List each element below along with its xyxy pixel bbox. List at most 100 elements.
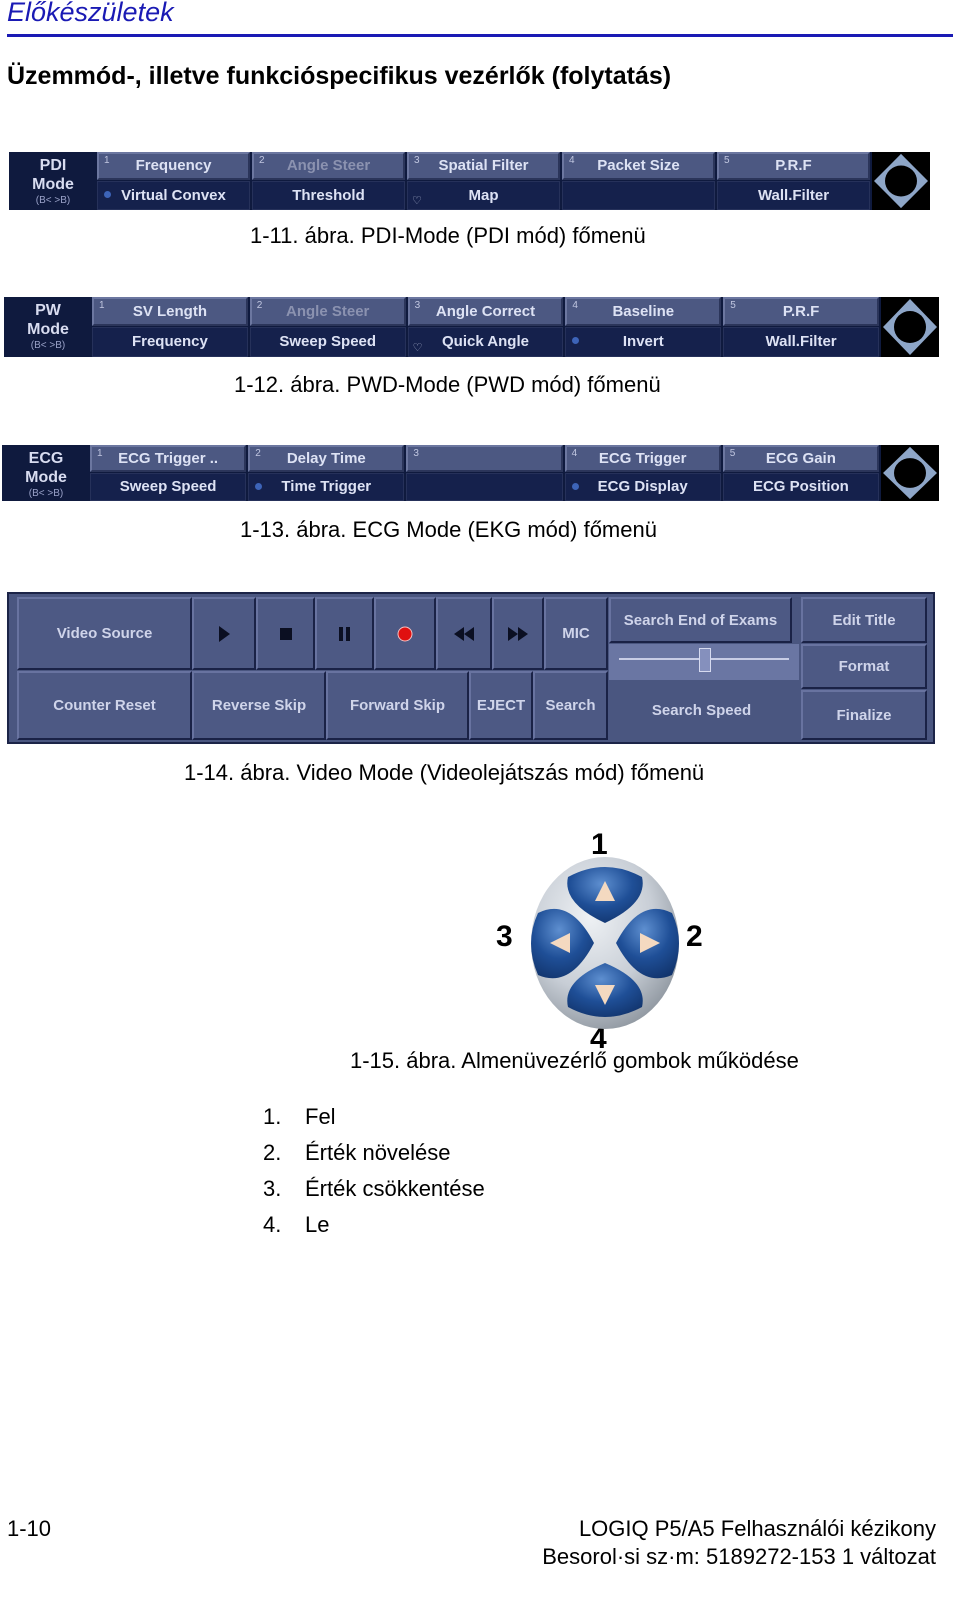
button-number: 3 <box>414 300 421 311</box>
stop-button[interactable] <box>256 597 315 670</box>
button-label: Map <box>468 187 499 204</box>
pdi-mode-menu: PDI Mode (B< >B) 1 Frequency 2 Angle Steer 3 Spa… <box>9 152 930 210</box>
button-number: 5 <box>724 155 730 166</box>
mode-name: PW <box>35 302 61 319</box>
menu-top-button[interactable]: 3 <box>406 445 563 472</box>
menu-top-button[interactable]: 4 Baseline <box>565 297 722 326</box>
reverse-skip-button[interactable]: Reverse Skip <box>192 671 326 740</box>
button-label: ECG Trigger <box>598 450 687 467</box>
menu-bottom-button[interactable]: ECG Display <box>564 473 721 501</box>
manual-title: LOGIQ P5/A5 Felhasználói kézikony <box>578 1516 936 1541</box>
menu-bottom-button[interactable]: ♡ Quick Angle <box>407 327 564 357</box>
record-icon <box>397 626 413 641</box>
page-number: 1-10 <box>7 1516 52 1541</box>
menu-bottom-button[interactable]: Threshold <box>252 181 405 210</box>
pause-button[interactable] <box>315 597 374 670</box>
menu-top-button[interactable]: 1 ECG Trigger .. <box>90 445 247 472</box>
button-number: 1 <box>97 448 103 459</box>
list-item: 4. Le <box>263 1212 330 1237</box>
menu-top-button[interactable]: 1 SV Length <box>92 297 248 326</box>
button-label: Baseline <box>612 303 675 320</box>
selected-dot-icon <box>572 337 580 344</box>
forward-skip-button[interactable]: Forward Skip <box>326 671 469 740</box>
eject-button[interactable]: EJECT <box>469 671 533 740</box>
submenu-nav-icon[interactable] <box>872 152 930 210</box>
button-label: Wall.Filter <box>765 333 837 350</box>
mic-button[interactable]: MIC <box>544 597 608 670</box>
menu-top-button[interactable]: 5 P.R.F <box>723 297 879 326</box>
button-number: 1 <box>104 155 110 166</box>
menu-top-button[interactable]: 1 Frequency <box>97 152 250 180</box>
mode-label: PDI Mode (B< >B) <box>9 152 97 210</box>
menu-bottom-button[interactable]: Wall.Filter <box>723 327 879 357</box>
menu-bottom-button[interactable]: Sweep Speed <box>90 473 247 501</box>
menu-top-button[interactable]: 2 Delay Time <box>248 445 405 472</box>
button-label: Invert <box>622 333 664 350</box>
button-label: Frequency <box>135 157 212 174</box>
button-label: Angle Steer <box>286 157 371 174</box>
mode-label: ECG Mode (B< >B) <box>2 445 90 501</box>
mode-toggle-hint: (B< >B) <box>28 488 64 499</box>
button-label: ECG Display <box>597 478 688 495</box>
list-item: 3. Érték csökkentése <box>263 1176 485 1201</box>
button-label: Quick Angle <box>442 333 529 350</box>
menu-bottom-button[interactable] <box>406 473 563 501</box>
menu-top-button[interactable]: 5 P.R.F <box>717 152 870 180</box>
search-speed-slider[interactable] <box>609 644 799 680</box>
mode-label: PW Mode (B< >B) <box>4 297 92 357</box>
counter-reset-button[interactable]: Counter Reset <box>17 671 192 740</box>
button-number: 4 <box>569 155 575 166</box>
menu-bottom-button[interactable]: Frequency <box>92 327 248 357</box>
search-button[interactable]: Search <box>533 671 608 740</box>
play-icon <box>219 625 230 642</box>
pw-mode-menu: PW Mode (B< >B) 1 SV Length 2 Angle Steer 3 Angl… <box>4 297 939 357</box>
menu-top-button[interactable]: 5 ECG Gain <box>722 445 879 472</box>
mode-name: Mode <box>25 469 67 486</box>
video-source-button[interactable]: Video Source <box>17 597 192 670</box>
menu-top-button[interactable]: 2 Angle Steer <box>249 297 406 326</box>
fast-forward-button[interactable] <box>492 597 544 670</box>
button-label: P.R.F <box>782 303 820 320</box>
record-button[interactable] <box>374 597 436 670</box>
button-label: Spatial Filter <box>438 157 529 174</box>
pad-function-list: 1. Fel 2. Érték növelése 3. Érték csökkenté… <box>263 1104 485 1248</box>
menu-bottom-button[interactable]: ECG Position <box>722 473 879 501</box>
slider-thumb[interactable] <box>699 648 711 672</box>
menu-top-button[interactable]: 3 Angle Correct <box>407 297 564 326</box>
menu-bottom-button[interactable]: ♡ Map <box>407 181 560 210</box>
figure-caption-1-14: 1-14. ábra. Video Mode (Videolejátszás m… <box>184 760 705 785</box>
menu-bottom-button[interactable]: Wall.Filter <box>717 181 870 210</box>
edit-title-button[interactable]: Edit Title <box>801 597 927 643</box>
submenu-nav-icon[interactable] <box>881 445 939 501</box>
ecg-mode-menu: ECG Mode (B< >B) 1 ECG Trigger .. 2 Delay Time… <box>2 445 939 501</box>
format-button[interactable]: Format <box>801 644 927 689</box>
menu-bottom-button[interactable] <box>562 181 715 210</box>
menu-bottom-button[interactable]: Time Trigger <box>248 473 405 501</box>
menu-top-button[interactable]: 2 Angle Steer <box>252 152 405 180</box>
menu-bottom-button[interactable]: Virtual Convex <box>97 181 250 210</box>
button-label: Frequency <box>131 333 208 350</box>
menu-top-button[interactable]: 4 ECG Trigger <box>564 445 721 472</box>
selected-dot-icon <box>571 483 579 490</box>
figure-caption-1-13: 1-13. ábra. ECG Mode (EKG mód) főmenü <box>240 517 657 542</box>
play-button[interactable] <box>192 597 256 670</box>
section-header: Előkészületek <box>7 0 174 27</box>
search-end-of-exams-button[interactable]: Search End of Exams <box>609 597 792 643</box>
menu-bottom-button[interactable]: Sweep Speed <box>249 327 406 357</box>
selected-dot-icon <box>104 191 111 198</box>
button-number: 2 <box>259 155 265 166</box>
button-label: ECG Gain <box>765 450 836 467</box>
menu-top-button[interactable]: 3 Spatial Filter <box>407 152 560 180</box>
finalize-button[interactable]: Finalize <box>801 690 927 740</box>
menu-top-button[interactable]: 4 Packet Size <box>562 152 715 180</box>
pad-label-left: 3 <box>496 920 513 953</box>
button-number: 2 <box>256 300 263 311</box>
submenu-nav-icon[interactable] <box>881 297 939 357</box>
video-mode-menu: Video Source MIC Search End of Exams Sea… <box>7 592 935 744</box>
button-label: Angle Steer <box>286 303 370 320</box>
submenu-control-pad <box>531 857 679 1029</box>
menu-bottom-button[interactable]: Invert <box>565 327 722 357</box>
rewind-button[interactable] <box>436 597 492 670</box>
button-number: 2 <box>255 448 261 459</box>
pause-icon <box>338 626 350 641</box>
